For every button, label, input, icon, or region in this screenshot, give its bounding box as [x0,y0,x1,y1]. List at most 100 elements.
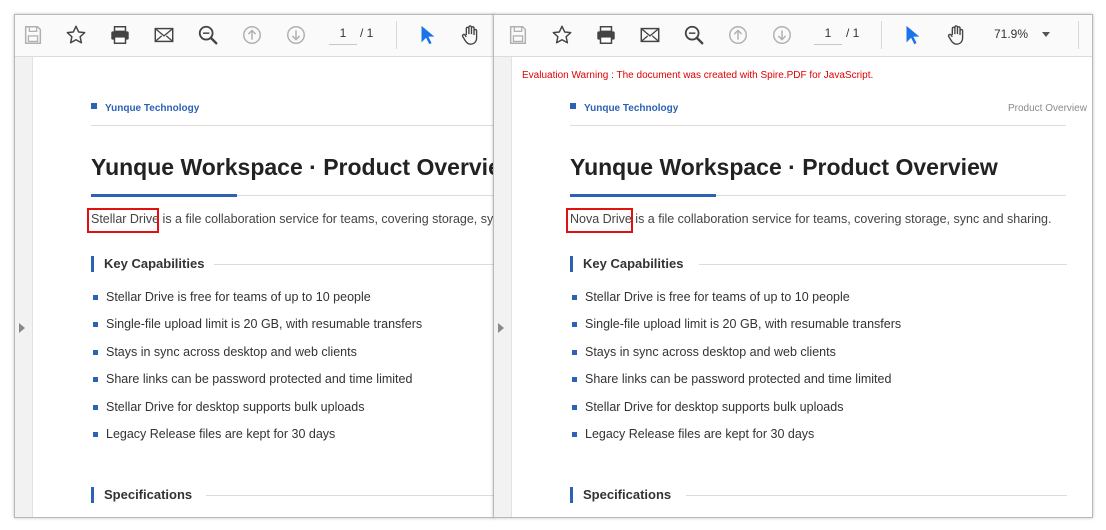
pdf-viewer-left: 1 / 1 Yunque Technology Yunque Workspace… [14,14,495,518]
title-accent-underline [91,194,237,197]
title-rule [237,195,494,196]
title-rule [716,195,1066,196]
highlight-box [566,208,633,233]
zoom-select[interactable]: 71.9% [984,23,1056,47]
email-button[interactable] [638,23,662,47]
search-zoom-icon [684,25,704,45]
bullet-marker [572,295,577,300]
bullet-marker [572,350,577,355]
header-right-label: Product Overview [1008,103,1087,114]
hand-tool-button[interactable] [458,23,482,47]
list-item-text: Stellar Drive is free for teams of up to… [106,290,371,304]
section-heading: Specifications [583,487,672,502]
previous-page-icon [243,26,261,44]
viewer-toolbar: 1 / 1 71.9% [494,15,1092,57]
intro-paragraph: Nova Drive is a file collaboration servi… [570,212,1051,226]
section-rule [686,495,1067,496]
thumbnail-sidebar[interactable] [15,57,33,517]
section-rule [214,264,494,265]
thumbnail-sidebar[interactable] [494,57,512,517]
bullet-marker [572,405,577,410]
chevron-down-icon [1042,32,1050,37]
list-item-text: Stellar Drive for desktop supports bulk … [585,400,844,414]
bullet-marker [93,295,98,300]
page-total: / 1 [360,26,374,40]
save-icon [509,26,527,44]
list-item-text: Stays in sync across desktop and web cli… [585,345,836,359]
previous-page-button[interactable] [240,23,264,47]
bullet-marker [572,322,577,327]
print-icon [597,26,615,44]
intro-text: is a file collaboration service for team… [162,212,494,226]
section-marker [570,487,573,503]
print-button[interactable] [594,23,618,47]
previous-page-icon [729,26,747,44]
toolbar-separator [1078,21,1079,49]
search-button[interactable] [196,23,220,47]
page-title: Yunque Workspace · Product Overview [570,154,998,180]
email-button[interactable] [152,23,176,47]
section-marker [91,256,94,272]
email-icon [154,27,174,43]
page-title: Yunque Workspace · Product Overview [91,154,494,180]
pdf-viewer-right: 1 / 1 71.9% Evaluation Warning : The doc… [493,14,1093,518]
page-total: / 1 [846,26,860,40]
next-page-button[interactable] [284,23,308,47]
viewer-toolbar: 1 / 1 [15,15,494,57]
next-page-icon [287,26,305,44]
search-button[interactable] [682,23,706,47]
save-button[interactable] [506,23,530,47]
intro-text: is a file collaboration service for team… [631,212,1052,226]
bookmark-button[interactable] [550,23,574,47]
sidebar-expand-icon[interactable] [19,323,25,333]
page-number-input[interactable]: 1 [329,26,357,45]
bullet-marker [93,377,98,382]
bullet-marker [93,322,98,327]
print-button[interactable] [108,23,132,47]
document-page: Evaluation Warning : The document was cr… [512,57,1092,517]
print-icon [111,26,129,44]
save-icon [24,26,42,44]
bullet-marker [93,350,98,355]
bookmark-star-icon [66,25,86,44]
bullet-marker [93,432,98,437]
select-tool-button[interactable] [415,23,439,47]
section-rule [206,495,494,496]
previous-page-button[interactable] [726,23,750,47]
bookmark-star-icon [552,25,572,44]
bookmark-button[interactable] [64,23,88,47]
toolbar-separator [396,21,397,49]
page-number-input[interactable]: 1 [814,26,842,45]
next-page-button[interactable] [770,23,794,47]
section-heading: Specifications [104,487,193,502]
evaluation-warning: Evaluation Warning : The document was cr… [522,70,874,81]
bullet-marker [572,432,577,437]
hand-pan-icon [947,25,964,45]
hand-pan-icon [461,25,478,45]
section-heading: Key Capabilities [104,256,205,271]
title-accent-underline [570,194,716,197]
list-item-text: Share links can be password protected an… [106,372,413,386]
list-item-text: Single-file upload limit is 20 GB, with … [585,317,902,331]
bullet-marker [93,405,98,410]
brand-name: Yunque Technology [584,103,679,114]
brand-name: Yunque Technology [105,103,200,114]
brand-marker [570,103,576,109]
brand-marker [91,103,97,109]
bullet-marker [572,377,577,382]
section-heading: Key Capabilities [583,256,684,271]
sidebar-expand-icon[interactable] [498,323,504,333]
list-item-text: Share links can be password protected an… [585,372,892,386]
list-item-text: Legacy Release files are kept for 30 day… [585,427,815,441]
section-marker [570,256,573,272]
save-button[interactable] [21,23,45,47]
document-page: Yunque Technology Yunque Workspace · Pro… [33,57,494,517]
section-rule [699,264,1067,265]
header-rule [570,125,1066,126]
list-item-text: Stellar Drive for desktop supports bulk … [106,400,365,414]
next-page-icon [773,26,791,44]
hand-tool-button[interactable] [944,23,968,47]
search-zoom-icon [198,25,218,45]
select-tool-button[interactable] [900,23,924,47]
zoom-value: 71.9% [994,27,1029,41]
